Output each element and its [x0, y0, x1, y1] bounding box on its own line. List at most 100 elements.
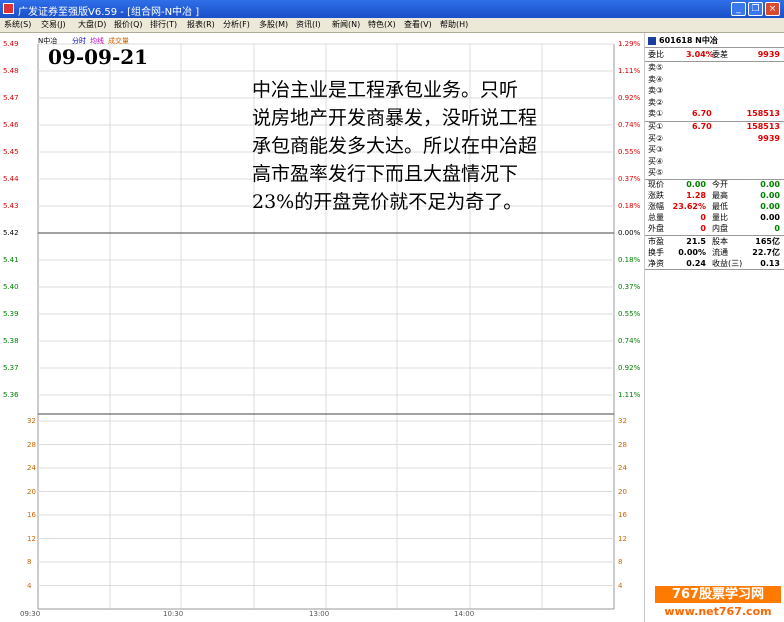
- ask-label: 卖②: [648, 97, 664, 107]
- price-tick-left: 5.36: [3, 391, 19, 399]
- volume-tick-left: 12: [27, 534, 36, 543]
- weibi-value: 3.04%: [686, 50, 714, 59]
- volume-tick-left: 20: [27, 487, 36, 496]
- price-tick-right: 1.11%: [618, 391, 641, 399]
- stat-label: 最低: [712, 202, 728, 211]
- stat-value: 0: [700, 213, 706, 222]
- price-tick-right: 0.55%: [618, 148, 641, 156]
- menu-info[interactable]: 资讯(I): [296, 19, 321, 30]
- menu-market[interactable]: 大盘(D): [78, 19, 106, 30]
- bid-label: 买④: [648, 156, 664, 166]
- stat-label: 内盘: [712, 224, 728, 233]
- stat-value: 0.00: [760, 213, 780, 222]
- volume-tick-left: 4: [27, 581, 32, 590]
- ask-row: 卖① 6.70 158513: [648, 109, 780, 119]
- menu-report[interactable]: 报表(R): [187, 19, 215, 30]
- weibi-label: 委比: [648, 50, 664, 59]
- price-tick-right: 0.18%: [618, 202, 641, 210]
- price-tick-right: 1.29%: [618, 40, 641, 48]
- title-bar: 广发证券至强版V6.59 - [组合网-N中冶 ] _ ❐ ×: [0, 0, 784, 18]
- menu-trade[interactable]: 交易(J): [41, 19, 66, 30]
- fundamental-label: 净资: [648, 259, 664, 268]
- divider: [645, 47, 784, 48]
- note-line: 23%的开盘竞价就不足为奇了。: [252, 191, 523, 213]
- close-button[interactable]: ×: [765, 2, 780, 16]
- fundamental-value: 0.24: [686, 259, 706, 268]
- price-tick-right: 0.37%: [618, 283, 641, 291]
- stat-row: 现价 0.00 今开 0.00: [648, 180, 780, 190]
- bid-label: 买①: [648, 122, 664, 131]
- stat-row: 涨跌 1.28 最高 0.00: [648, 191, 780, 201]
- price-tick-left: 5.42: [3, 229, 19, 237]
- bid-row: 买① 6.70 158513: [648, 122, 780, 132]
- menu-news[interactable]: 新闻(N): [332, 19, 360, 30]
- menu-analysis[interactable]: 分析(F): [223, 19, 250, 30]
- stat-row: 外盘 0 内盘 0: [648, 224, 780, 234]
- bid-volume: 158513: [746, 122, 780, 131]
- menu-quote[interactable]: 报价(Q): [114, 19, 143, 30]
- ask-row: 卖③: [648, 86, 780, 96]
- volume-tick-right: 4: [618, 581, 623, 590]
- stat-label: 涨幅: [648, 202, 664, 211]
- time-label: 14:00: [454, 610, 475, 618]
- volume-tick-right: 8: [618, 558, 623, 566]
- menu-system[interactable]: 系统(S): [4, 19, 31, 30]
- fundamental-label: 市盈: [648, 237, 664, 246]
- price-tick-right: 0.00%: [618, 229, 641, 237]
- volume-tick-right: 20: [618, 487, 627, 496]
- price-tick-left: 5.37: [3, 364, 19, 372]
- price-tick-left: 5.39: [3, 310, 19, 318]
- menu-help[interactable]: 帮助(H): [440, 19, 468, 30]
- weicha-label: 委差: [712, 50, 728, 59]
- volume-tick-right: 28: [618, 440, 627, 449]
- volume-tick-right: 24: [618, 464, 627, 472]
- restore-button[interactable]: ❐: [748, 2, 763, 16]
- time-label: 13:00: [309, 610, 330, 618]
- window-title: 广发证券至强版V6.59 - [组合网-N中冶 ]: [18, 7, 200, 18]
- minimize-button[interactable]: _: [731, 2, 746, 16]
- fundamental-label: 收益(三): [712, 259, 743, 268]
- weibi-row: 委比 3.04% 委差 9939: [648, 50, 780, 60]
- volume-tick-left: 32: [27, 417, 36, 425]
- price-tick-right: 0.18%: [618, 256, 641, 264]
- stat-value: 0.00: [686, 180, 706, 189]
- ask-label: 卖⑤: [648, 63, 664, 72]
- divider: [645, 269, 784, 270]
- price-tick-left: 5.40: [3, 283, 19, 291]
- stat-value: 0: [700, 224, 706, 233]
- fundamental-row: 换手 0.00% 流通 22.7亿: [648, 248, 780, 258]
- ask-price: 6.70: [692, 109, 712, 118]
- volume-tick-left: 16: [27, 511, 36, 519]
- app-icon: [3, 3, 14, 14]
- menu-features[interactable]: 特色(X): [368, 19, 396, 30]
- price-tick-left: 5.49: [3, 40, 19, 48]
- watermark-url: www.net767.com: [664, 605, 772, 618]
- volume-tick-right: 32: [618, 417, 627, 425]
- price-tick-right: 0.74%: [618, 337, 641, 345]
- stat-label: 总量: [648, 213, 664, 222]
- bid-label: 买⑤: [648, 168, 664, 177]
- stat-label: 现价: [648, 180, 664, 189]
- stock-header: 601618 N中冶: [648, 36, 780, 46]
- menu-ranking[interactable]: 排行(T): [150, 19, 177, 30]
- stat-label: 今开: [712, 180, 728, 189]
- price-tick-right: 0.92%: [618, 94, 641, 102]
- stat-value: 0.00: [760, 202, 780, 211]
- ask-row: 卖④: [648, 75, 780, 85]
- bid-volume: 9939: [757, 133, 780, 143]
- price-tick-left: 5.48: [3, 67, 19, 75]
- ask-label: 卖③: [648, 86, 664, 95]
- fundamental-row: 市盈 21.5 股本 165亿: [648, 237, 780, 247]
- menu-view[interactable]: 查看(V): [404, 19, 432, 30]
- ask-label: 卖①: [648, 109, 664, 118]
- stat-value: 0.00: [760, 191, 780, 200]
- stat-value: 0.00: [760, 180, 780, 189]
- menu-bar: 系统(S) 交易(J) 大盘(D) 报价(Q) 排行(T) 报表(R) 分析(F…: [0, 18, 784, 33]
- price-tick-right: 1.11%: [618, 67, 641, 75]
- menu-multi-stock[interactable]: 多股(M): [259, 19, 288, 30]
- watermark-logo: 767股票学习网 www.net767.com: [655, 586, 781, 620]
- bid-row: 买⑤: [648, 168, 780, 178]
- divider: [645, 235, 784, 236]
- time-label: 10:30: [163, 610, 184, 618]
- stat-value: 23.62%: [672, 202, 706, 211]
